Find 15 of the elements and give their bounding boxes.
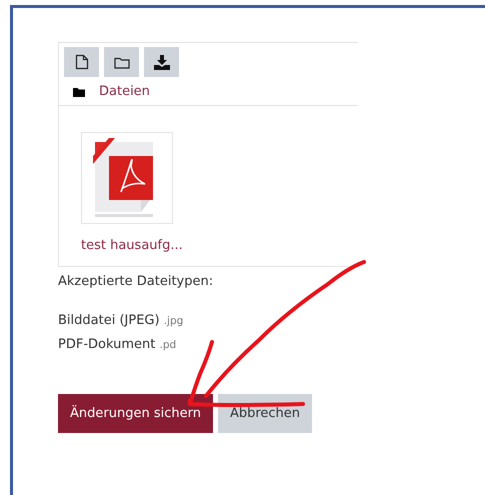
folder-icon	[73, 86, 85, 96]
file-name-link[interactable]: test hausaufg...	[81, 238, 183, 253]
file-type-entry: PDF-Dokument .pd	[58, 336, 178, 354]
file-type-entry: Bilddatei (JPEG) .jpg	[58, 312, 184, 330]
cancel-button[interactable]: Abbrechen	[218, 394, 312, 433]
save-changes-button[interactable]: Änderungen sichern	[58, 394, 213, 433]
download-icon	[154, 54, 170, 70]
download-button[interactable]	[144, 47, 179, 77]
add-file-button[interactable]	[64, 47, 99, 77]
file-icon	[74, 54, 88, 70]
file-thumbnail[interactable]	[81, 132, 173, 224]
folder-path-link[interactable]: Dateien	[99, 84, 150, 99]
accepted-types-heading: Akzeptierte Dateitypen:	[58, 274, 214, 289]
folder-icon	[114, 56, 130, 68]
create-folder-button[interactable]	[104, 47, 139, 77]
